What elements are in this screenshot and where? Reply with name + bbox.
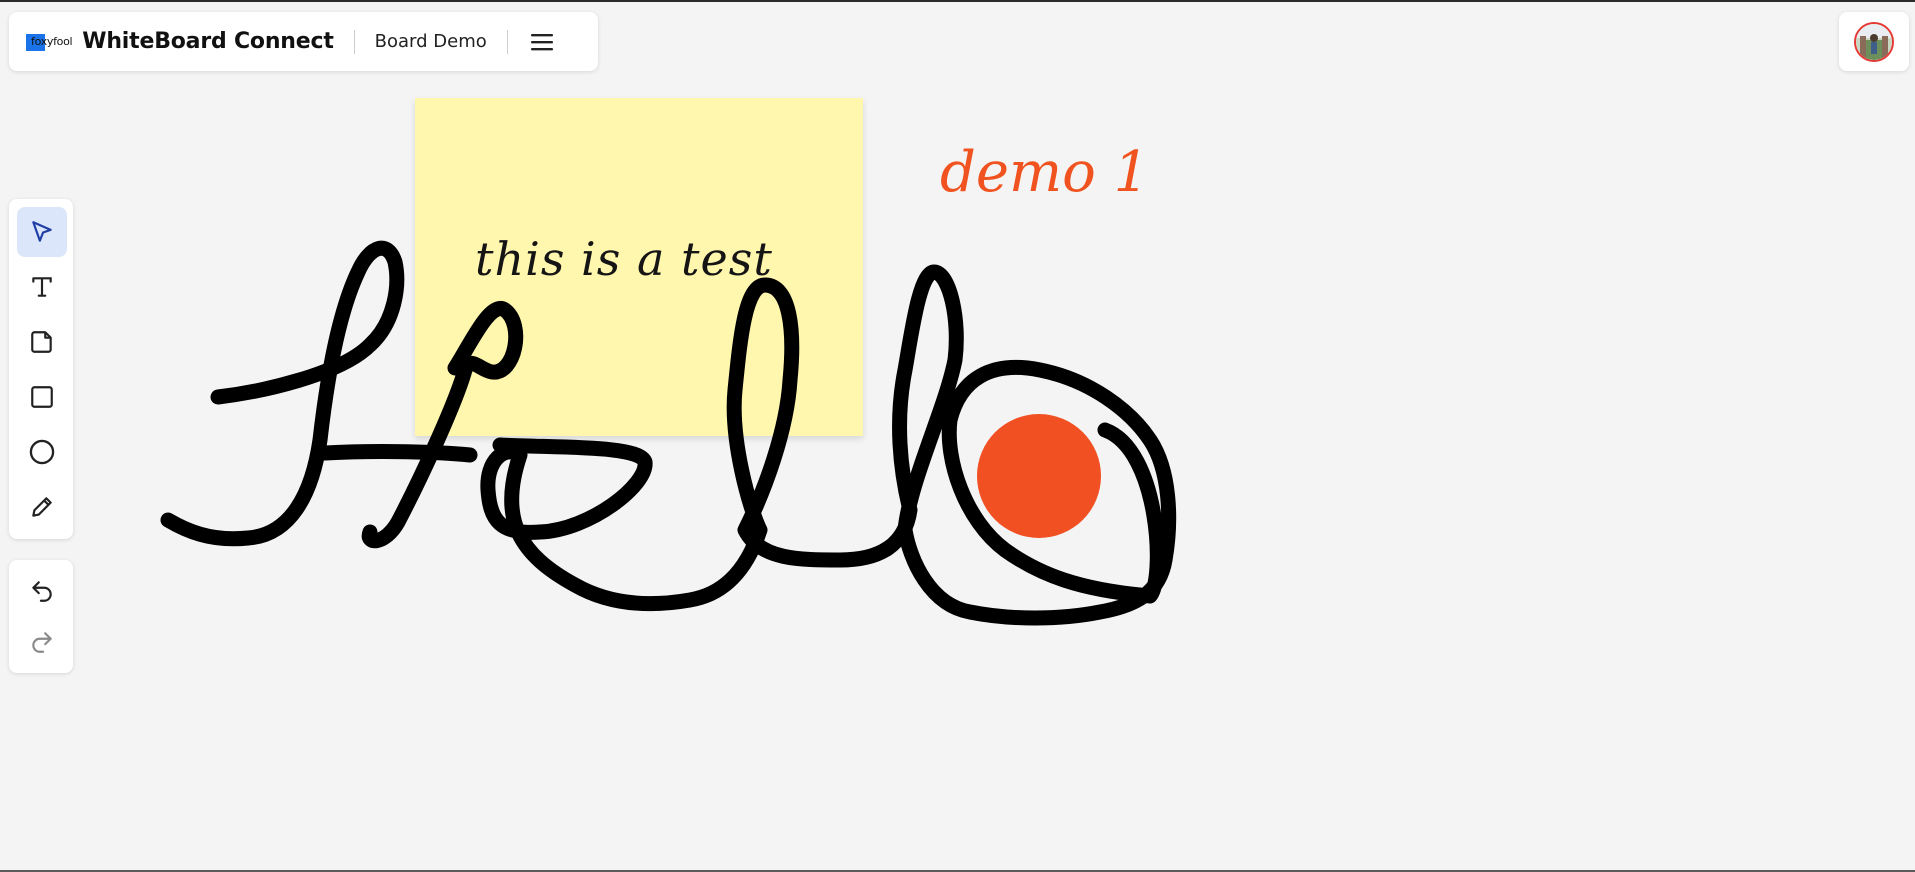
redo-button[interactable] [17,617,67,667]
avatar-image [1856,23,1892,60]
whiteboard-canvas[interactable]: this is a test demo 1 [0,0,1915,872]
menu-button[interactable] [528,28,556,56]
tool-circle-button[interactable] [17,427,67,477]
header-divider [506,29,508,54]
user-panel [1839,12,1909,71]
app-title: WhiteBoard Connect [82,29,334,54]
tool-palette [9,199,73,539]
user-avatar-icon[interactable] [1854,21,1894,62]
app-logo[interactable]: foxyfool [26,32,73,52]
header-divider [353,29,355,54]
square-icon [31,386,53,408]
tool-select-button[interactable] [17,207,67,257]
redo-icon [32,632,52,653]
logo-text: foxyfool [31,35,73,48]
drawing-layer [160,240,1177,626]
tool-pen-button[interactable] [17,482,67,532]
history-palette [9,560,73,673]
tool-rectangle-button[interactable] [17,372,67,422]
text-tool-icon [32,277,52,297]
hamburger-menu-icon [530,33,553,50]
undo-icon [32,581,52,602]
sticky-note-icon [31,331,52,353]
circle-icon [29,439,55,465]
board-name[interactable]: Board Demo [375,31,487,52]
cursor-arrow-icon [32,221,52,242]
tool-sticky-note-button[interactable] [17,317,67,367]
circle-shape[interactable] [977,414,1101,538]
tool-text-button[interactable] [17,262,67,312]
pencil-icon [32,497,52,517]
undo-button[interactable] [17,566,67,616]
header-bar: foxyfool WhiteBoard Connect Board Demo [9,12,598,71]
